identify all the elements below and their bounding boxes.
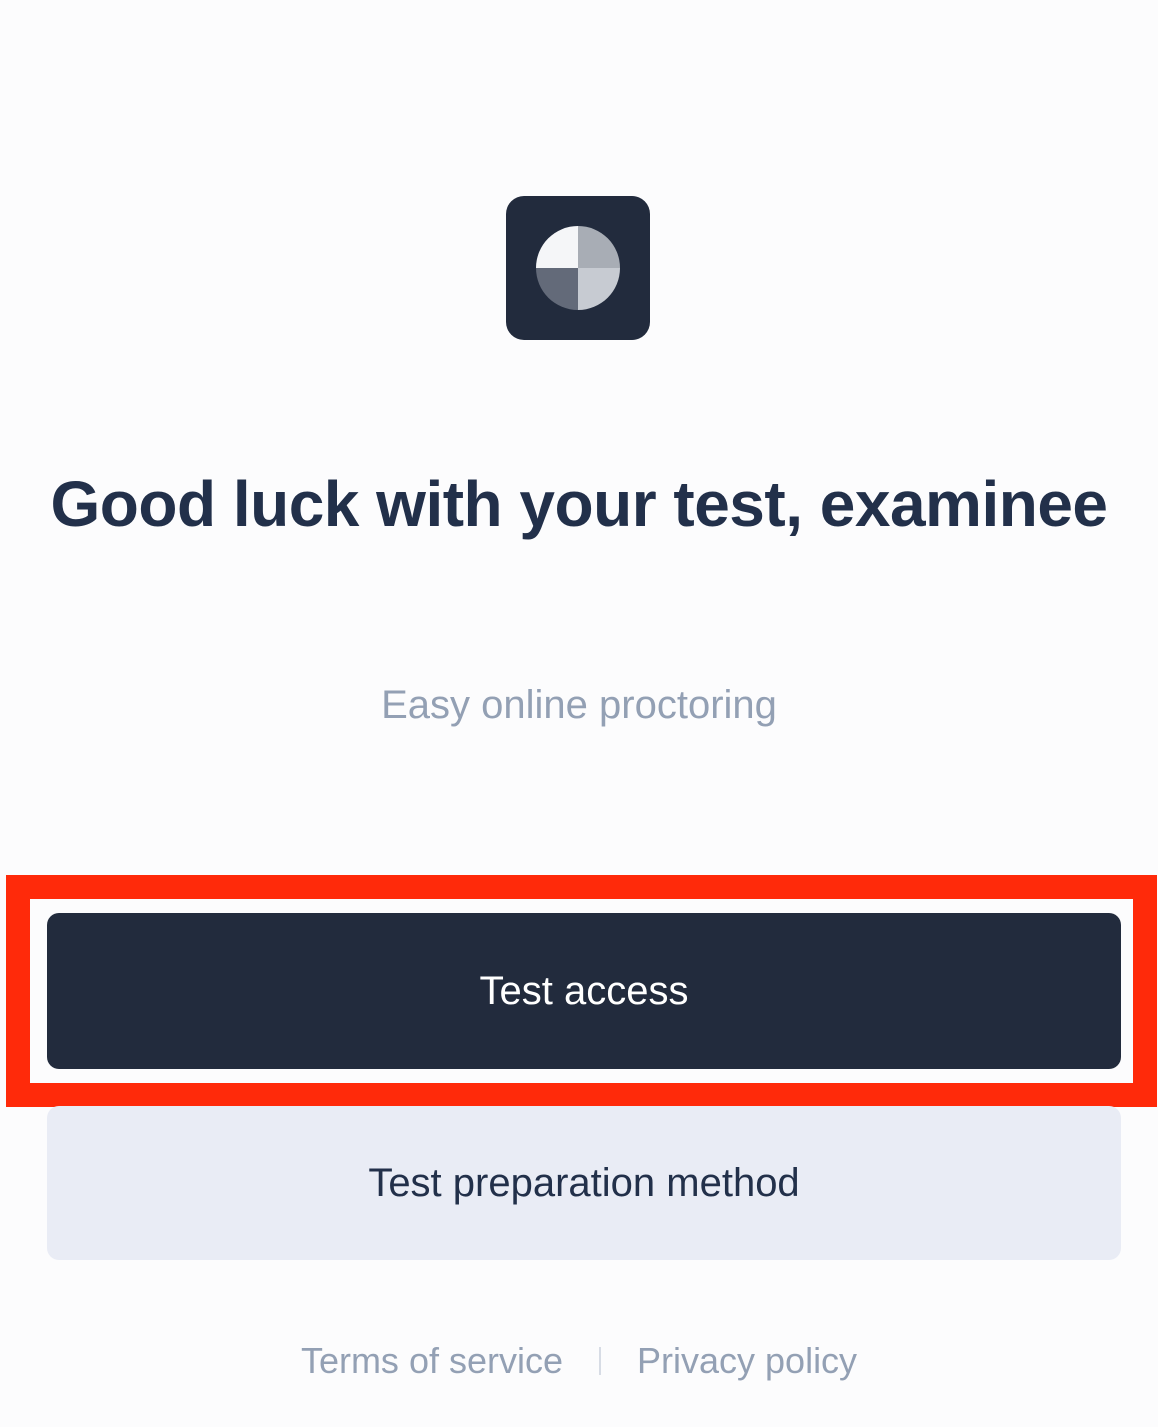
test-preparation-method-button[interactable]: Test preparation method [47,1106,1121,1260]
privacy-policy-link[interactable]: Privacy policy [637,1340,857,1382]
footer-links: Terms of service Privacy policy [0,1336,1158,1386]
terms-of-service-link[interactable]: Terms of service [301,1340,563,1382]
page-title: Good luck with your test, examinee [50,468,1108,540]
app-logo [506,196,650,340]
test-access-button[interactable]: Test access [47,913,1121,1069]
footer-divider [599,1347,601,1375]
page-subtitle: Easy online proctoring [381,683,777,727]
pie-chart-logo-icon [536,226,620,310]
